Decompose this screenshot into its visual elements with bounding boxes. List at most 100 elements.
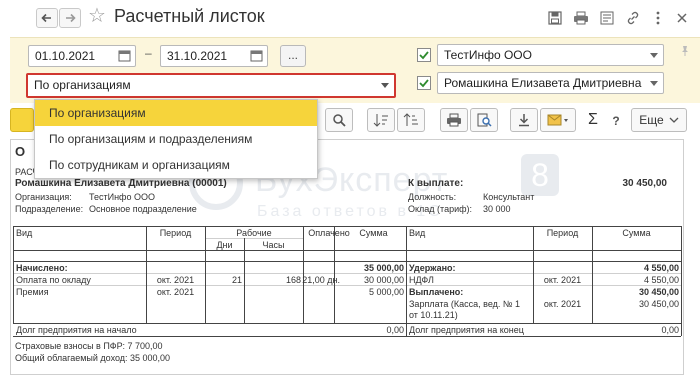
date-from-field[interactable]: 01.10.2021 <box>28 45 136 67</box>
grouping-value: По организациям <box>34 78 131 92</box>
chevron-down-icon[interactable] <box>645 45 663 65</box>
print-icon[interactable] <box>572 9 590 27</box>
pin-icon[interactable] <box>680 45 690 60</box>
generate-button[interactable] <box>10 108 34 132</box>
help-icon: ? <box>612 114 619 126</box>
dept-label: Подразделение: <box>15 204 84 214</box>
preview-icon[interactable] <box>598 9 616 27</box>
dept-value: Основное подразделение <box>89 204 197 214</box>
print-button[interactable] <box>440 108 468 132</box>
accrued-label: Начислено: <box>16 263 68 273</box>
envelope-icon <box>547 114 568 126</box>
download-icon <box>519 114 529 127</box>
organization-field[interactable]: ТестИнфо ООО <box>437 44 664 66</box>
col-period-right: Период <box>546 228 579 238</box>
accrual-period: окт. 2021 <box>156 275 195 285</box>
debt-start-value: 0,00 <box>386 325 404 335</box>
find-button[interactable] <box>325 108 353 132</box>
save-button[interactable] <box>510 108 538 132</box>
date-range-dash: – <box>145 46 152 60</box>
sort-ascending-button[interactable] <box>367 108 395 132</box>
col-period-left: Период <box>159 228 192 238</box>
debt-end-label: Долг предприятия на конец <box>409 325 524 335</box>
checkmark-icon <box>419 79 429 88</box>
report-title-partial: О <box>15 144 26 159</box>
back-button[interactable] <box>36 8 58 28</box>
link-icon[interactable] <box>624 9 642 27</box>
chevron-down-icon <box>669 117 679 123</box>
pension-line: Страховые взносы в ПФР: 7 700,00 <box>15 341 163 351</box>
withholding-sum: 4 550,00 <box>643 275 679 285</box>
withheld-total: 4 550,00 <box>643 263 679 273</box>
withholding-period: окт. 2021 <box>543 275 582 285</box>
paid-label: Выплачено: <box>409 287 464 297</box>
date-to-field[interactable]: 31.10.2021 <box>160 45 268 67</box>
accrual-sum: 30 000,00 <box>363 275 404 285</box>
save-icon[interactable] <box>546 9 564 27</box>
to-pay-value: 30 450,00 <box>622 178 668 189</box>
sort-ascending-icon <box>373 114 388 127</box>
print-preview-icon <box>477 113 492 127</box>
more-vertical-icon[interactable] <box>649 9 667 27</box>
employee-field[interactable]: Ромашкина Елизавета Дмитриевна <box>437 72 664 94</box>
payment-sum: 30 450,00 <box>638 299 679 309</box>
arrow-left-icon <box>41 13 51 23</box>
position-label: Должность: <box>408 192 457 202</box>
arrow-right-icon <box>66 13 76 23</box>
organization-checkbox[interactable] <box>417 48 431 62</box>
grouping-option[interactable]: По организациям и подразделениям <box>35 126 317 152</box>
favorite-star-icon[interactable]: ☆ <box>88 5 106 27</box>
chevron-down-icon[interactable] <box>376 75 394 96</box>
col-days: Дни <box>216 240 233 250</box>
date-from-value: 01.10.2021 <box>35 49 96 63</box>
print-preview-button[interactable] <box>470 108 498 132</box>
paid-total: 30 450,00 <box>638 287 679 297</box>
period-select-button[interactable]: ... <box>280 45 306 67</box>
send-email-button[interactable] <box>540 108 576 132</box>
close-icon[interactable] <box>673 9 691 27</box>
more-button[interactable]: Еще <box>631 108 687 132</box>
sort-descending-button[interactable] <box>397 108 425 132</box>
payment-name: Зарплата (Касса, вед. № 1 <box>409 299 521 309</box>
sum-icon[interactable]: Σ <box>582 108 604 132</box>
print-icon <box>447 113 461 127</box>
checkmark-icon <box>419 51 429 60</box>
salary-label: Оклад (тариф): <box>408 204 473 214</box>
employee-checkbox[interactable] <box>417 76 431 90</box>
grouping-option[interactable]: По сотрудникам и организациям <box>35 152 317 178</box>
col-hours: Часы <box>262 240 285 250</box>
debt-start-label: Долг предприятия на начало <box>16 325 137 335</box>
col-sum-left: Сумма <box>359 228 388 238</box>
org-label: Организация: <box>15 192 72 202</box>
payment-name-cont: от 10.11.21) <box>409 310 458 320</box>
withheld-label: Удержано: <box>409 263 456 273</box>
watermark-digit: 8 <box>521 154 559 196</box>
help-button[interactable]: ? <box>605 108 627 132</box>
grouping-option[interactable]: По организациям <box>35 100 317 126</box>
calendar-icon[interactable] <box>250 49 263 62</box>
accrued-total: 35 000,00 <box>363 263 404 273</box>
col-vid-left: Вид <box>16 228 33 238</box>
grouping-dropdown-list: По организациям По организациям и подраз… <box>34 99 318 179</box>
position-value: Консультант <box>483 192 535 202</box>
debt-end-value: 0,00 <box>661 325 679 335</box>
svg-text:?: ? <box>612 114 619 126</box>
to-pay-label: К выплате: <box>408 178 464 189</box>
chevron-down-icon[interactable] <box>645 73 663 93</box>
calendar-icon[interactable] <box>118 49 131 62</box>
accrual-name: Оплата по окладу <box>16 275 91 285</box>
salary-value: 30 000 <box>483 204 511 214</box>
accrual-name: Премия <box>16 287 49 297</box>
forward-button[interactable] <box>59 8 81 28</box>
taxable-line: Общий облагаемый доход: 35 000,00 <box>15 353 171 363</box>
accrual-paid: 21,00 дн. <box>302 275 340 285</box>
more-button-label: Еще <box>639 113 664 127</box>
col-sum-right: Сумма <box>622 228 651 238</box>
grouping-select[interactable]: По организациям <box>26 73 396 98</box>
organization-value: ТестИнфо ООО <box>444 48 532 62</box>
title-bar: ☆ Расчетный листок <box>0 0 700 36</box>
accrual-days: 21 <box>231 275 242 285</box>
page-title: Расчетный листок <box>114 6 265 26</box>
search-icon <box>333 114 346 127</box>
org-value: ТестИнфо ООО <box>89 192 155 202</box>
